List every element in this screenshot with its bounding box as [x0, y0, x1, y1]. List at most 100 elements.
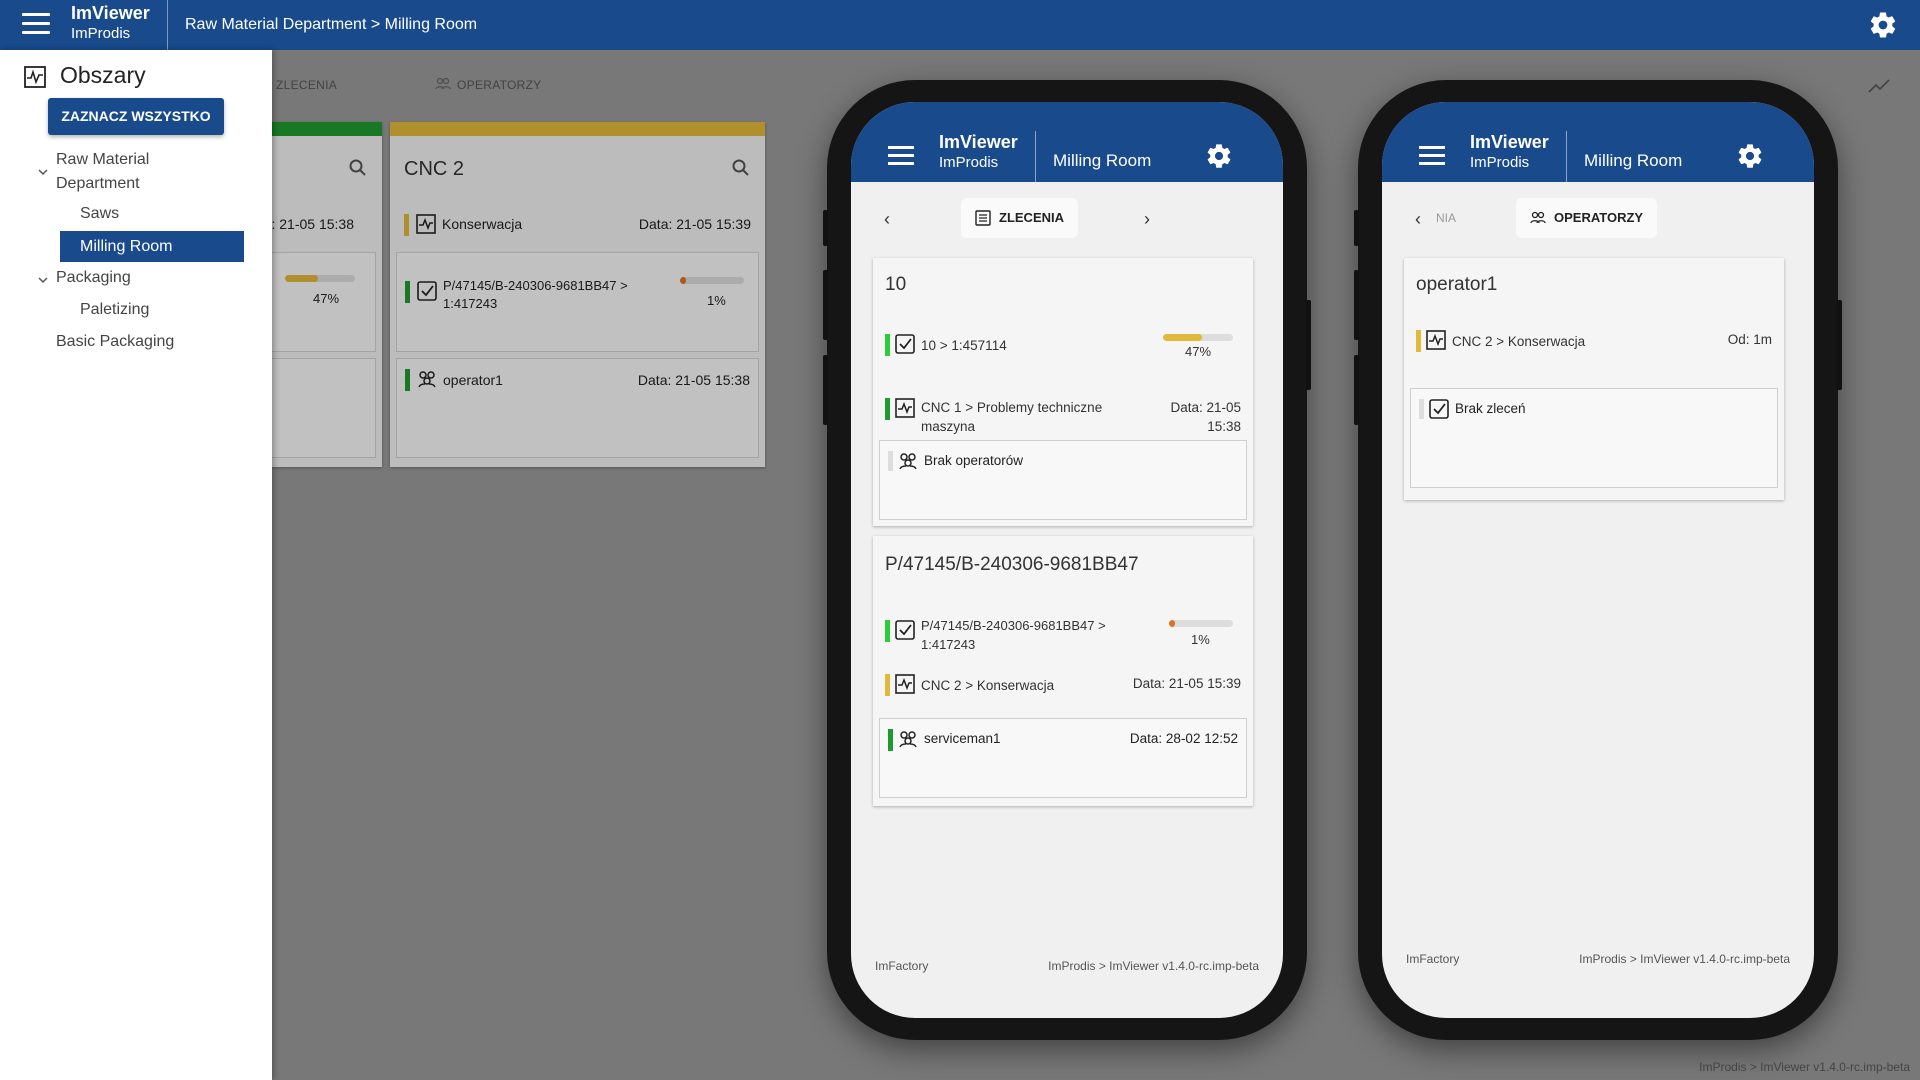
menu-icon[interactable] — [888, 146, 914, 166]
chevron-left-icon[interactable]: ‹ — [1410, 210, 1426, 228]
phone-mockup-operators: ImViewer ImProdis Milling Room ‹ NIA OPE… — [1354, 80, 1842, 1040]
tab-navigator: ‹ ZLECENIA › — [851, 198, 1283, 242]
since-time: Od: 1m — [1727, 332, 1772, 347]
gear-icon[interactable] — [1868, 10, 1898, 40]
order-indicator — [885, 620, 890, 642]
chevron-right-icon[interactable]: › — [1139, 210, 1155, 228]
tab-previous-label[interactable]: NIA — [1436, 211, 1456, 225]
drawer-title: Obszary — [24, 62, 146, 89]
side-button — [1354, 355, 1359, 425]
footer-version: ImProdis > ImViewer v1.4.0-rc.imp-beta — [1048, 959, 1259, 973]
order-card[interactable]: 10 10 > 1:457114 47% CNC 1 > Problemy te… — [873, 258, 1253, 526]
machine-indicator — [1416, 330, 1421, 352]
app-bar: ImViewer ImProdis Milling Room — [1382, 102, 1814, 183]
app-bar: ImViewer ImProdis Raw Material Departmen… — [0, 0, 1920, 50]
checkbox-icon — [895, 334, 915, 354]
tree-item-raw-material-department[interactable]: Raw Material Department — [56, 148, 186, 196]
progress-fill — [1169, 620, 1176, 627]
app-name: ImViewer — [1470, 132, 1549, 152]
tab-label: OPERATORZY — [1554, 210, 1644, 225]
operators-box: serviceman1 Data: 28-02 12:52 — [879, 718, 1247, 798]
checkbox-icon — [895, 620, 915, 640]
operators-icon — [1530, 211, 1546, 224]
machine-status: CNC 2 > Konserwacja — [1452, 334, 1586, 349]
chevron-left-icon[interactable]: ‹ — [879, 210, 895, 228]
tab-zlecenia[interactable]: ZLECENIA — [961, 198, 1078, 238]
drawer-title-text: Obszary — [60, 62, 146, 88]
phone-footer: ImFactory ImProdis > ImViewer v1.4.0-rc.… — [1406, 952, 1790, 966]
gear-icon[interactable] — [1205, 142, 1233, 170]
operator-card[interactable]: operator1 CNC 2 > Konserwacja Od: 1m Bra… — [1404, 258, 1784, 500]
app-brand: ImViewer ImProdis — [71, 3, 150, 43]
operators-box: Brak operatorów — [879, 440, 1247, 520]
order-text: 10 > 1:457114 — [921, 338, 1007, 353]
select-all-button[interactable]: ZAZNACZ WSZYSTKO — [48, 98, 224, 135]
orders-box: Brak zleceń — [1410, 388, 1778, 488]
app-brand: ImViewer ImProdis — [939, 131, 1018, 172]
operators-icon — [899, 453, 917, 470]
app-name: ImViewer — [939, 132, 1018, 152]
tab-navigator: ‹ NIA OPERATORZY — [1382, 198, 1814, 242]
gear-icon[interactable] — [1736, 142, 1764, 170]
operator-title: operator1 — [1416, 274, 1498, 295]
side-button — [823, 355, 828, 425]
app-name: ImViewer — [71, 3, 150, 23]
machine-row: CNC 1 > Problemy techniczne maszyna Data… — [885, 396, 1241, 436]
operator-indicator — [888, 451, 893, 471]
activity-icon — [24, 66, 46, 88]
phone-screen: ImViewer ImProdis Milling Room ‹ NIA OPE… — [1382, 102, 1814, 1018]
machine-date: Data: 21-05 15:38 — [1170, 400, 1241, 434]
areas-drawer: Obszary ZAZNACZ WSZYSTKO Raw Material De… — [0, 50, 272, 1080]
footer-left: ImFactory — [1406, 952, 1460, 966]
tree-item-packaging[interactable]: Packaging — [56, 266, 131, 290]
company-name: ImProdis — [939, 153, 999, 171]
location-title: Milling Room — [1053, 151, 1152, 170]
version-label: ImProdis > ImViewer v1.4.0-rc.imp-beta — [1699, 1060, 1910, 1074]
activity-icon — [1426, 330, 1446, 350]
side-button — [1306, 300, 1311, 390]
location-title: Milling Room — [1584, 151, 1683, 170]
activity-icon — [895, 398, 915, 418]
order-title: P/47145/B-240306-9681BB47 — [885, 554, 1139, 575]
progress-bar — [1169, 620, 1233, 627]
machine-indicator — [885, 398, 890, 420]
list-icon — [975, 210, 991, 226]
menu-icon[interactable] — [1419, 146, 1445, 166]
order-text: P/47145/B-240306-9681BB47 > 1:417243 — [921, 618, 1106, 652]
orders-empty-text: Brak zleceń — [1455, 401, 1526, 416]
order-title: 10 — [885, 274, 907, 295]
menu-icon[interactable] — [22, 13, 50, 37]
tree-item-milling-room[interactable]: Milling Room — [60, 231, 244, 262]
divider — [1035, 131, 1036, 183]
order-card[interactable]: P/47145/B-240306-9681BB47 P/47145/B-2403… — [873, 536, 1253, 806]
chevron-down-icon[interactable] — [38, 275, 48, 285]
footer-version: ImProdis > ImViewer v1.4.0-rc.imp-beta — [1579, 952, 1790, 966]
tree-item-paletizing[interactable]: Paletizing — [80, 298, 149, 322]
side-button — [823, 270, 828, 340]
side-button — [823, 210, 828, 246]
company-name: ImProdis — [71, 24, 131, 42]
order-row: P/47145/B-240306-9681BB47 > 1:417243 1% — [885, 614, 1241, 654]
tree-item-basic-packaging[interactable]: Basic Packaging — [56, 330, 174, 354]
tree-item-saws[interactable]: Saws — [80, 202, 119, 226]
tab-operatorzy[interactable]: OPERATORZY — [1516, 198, 1658, 238]
machine-status: CNC 2 > Konserwacja — [921, 678, 1055, 693]
side-button — [1354, 210, 1359, 246]
machine-status: CNC 1 > Problemy techniczne maszyna — [921, 400, 1103, 434]
company-name: ImProdis — [1470, 153, 1530, 171]
divider — [167, 0, 168, 50]
phone-footer: ImFactory ImProdis > ImViewer v1.4.0-rc.… — [875, 959, 1259, 973]
machine-indicator — [885, 674, 890, 696]
chevron-down-icon[interactable] — [38, 167, 48, 177]
order-indicator — [1419, 399, 1424, 419]
side-button — [1837, 300, 1842, 390]
phone-screen: ImViewer ImProdis Milling Room ‹ ZLECENI… — [851, 102, 1283, 1018]
operator-indicator — [888, 729, 893, 751]
divider — [1566, 131, 1567, 183]
order-row: 10 > 1:457114 47% — [885, 334, 1241, 359]
activity-icon — [895, 674, 915, 694]
footer-left: ImFactory — [875, 959, 929, 973]
machine-row: CNC 2 > Konserwacja Od: 1m — [1416, 330, 1772, 352]
progress-bar — [1163, 334, 1233, 341]
operators-icon — [899, 731, 917, 748]
